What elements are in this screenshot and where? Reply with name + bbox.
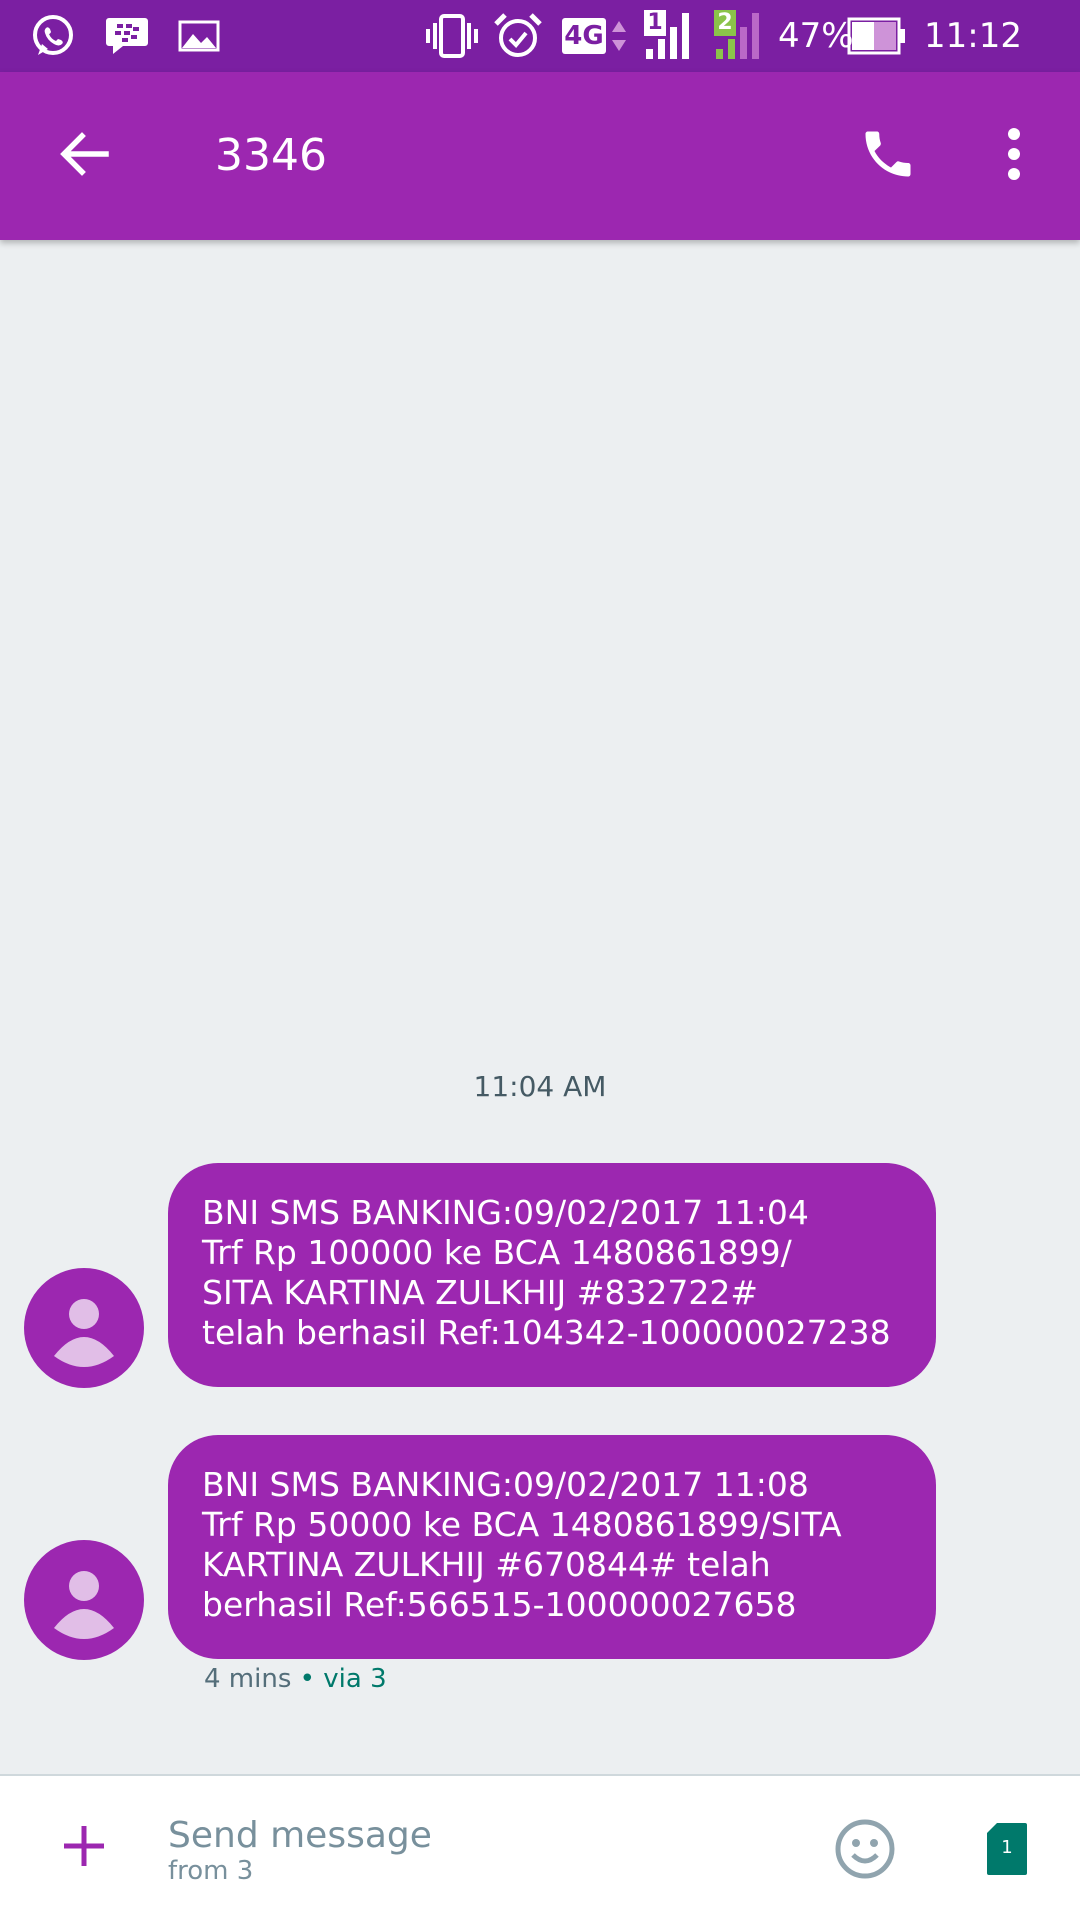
compose-bar: Send message from 3 1 — [0, 1774, 1080, 1922]
sim2-signal-icon: 2 — [712, 10, 770, 60]
status-bar: 4G 1 2 47% 11:12 AM — [0, 0, 1080, 128]
battery-percent: 47% — [778, 16, 854, 56]
avatar[interactable] — [24, 1540, 144, 1660]
emoji-button[interactable] — [830, 1816, 900, 1886]
message-age: 4 mins — [204, 1664, 292, 1694]
meta-separator: • — [299, 1664, 315, 1694]
message-input[interactable]: Send message from 3 — [168, 1815, 432, 1887]
network-type-badge: 4G — [560, 12, 630, 60]
message-meta: 4 mins • via 3 — [204, 1664, 387, 1694]
alarm-icon — [492, 12, 544, 60]
sim-badge-label: 1 — [1001, 1837, 1013, 1858]
message-via: via 3 — [323, 1664, 387, 1694]
whatsapp-icon — [28, 12, 78, 60]
attach-button[interactable] — [42, 1806, 126, 1890]
message-input-placeholder: Send message — [168, 1815, 432, 1856]
sim1-signal-icon: 1 — [642, 10, 700, 60]
back-button[interactable] — [42, 114, 126, 198]
gallery-icon — [176, 12, 222, 60]
sim2-label: 2 — [714, 10, 736, 36]
sim-card-icon: 1 — [985, 1821, 1029, 1877]
more-vert-icon — [1006, 126, 1022, 186]
avatar[interactable] — [24, 1268, 144, 1388]
message-text: BNI SMS BANKING:09/02/2017 11:04 Trf Rp … — [202, 1193, 891, 1352]
message-bubble[interactable]: BNI SMS BANKING:09/02/2017 11:04 Trf Rp … — [168, 1163, 936, 1387]
battery-icon — [846, 12, 908, 60]
message-bubble[interactable]: BNI SMS BANKING:09/02/2017 11:08 Trf Rp … — [168, 1435, 936, 1659]
more-options-button[interactable] — [972, 114, 1056, 198]
phone-icon — [858, 124, 918, 188]
vibrate-icon — [424, 12, 480, 60]
bbm-icon — [104, 12, 150, 60]
status-time: 11:12 AM — [924, 16, 1022, 128]
network-type: 4G — [562, 18, 606, 54]
plus-icon — [60, 1822, 108, 1874]
conversation-title: 3346 — [215, 130, 327, 181]
back-arrow-icon — [58, 128, 110, 184]
person-icon — [24, 1299, 144, 1388]
emoji-icon — [833, 1817, 897, 1885]
message-timestamp: 11:04 AM — [473, 1070, 607, 1103]
sim1-label: 1 — [644, 10, 666, 36]
sim-select-button[interactable]: 1 — [980, 1816, 1034, 1882]
message-text: BNI SMS BANKING:09/02/2017 11:08 Trf Rp … — [202, 1465, 842, 1624]
call-button[interactable] — [846, 114, 930, 198]
send-from-label: from 3 — [168, 1856, 254, 1886]
app-bar: 3346 — [0, 72, 1080, 240]
person-icon — [24, 1571, 144, 1660]
